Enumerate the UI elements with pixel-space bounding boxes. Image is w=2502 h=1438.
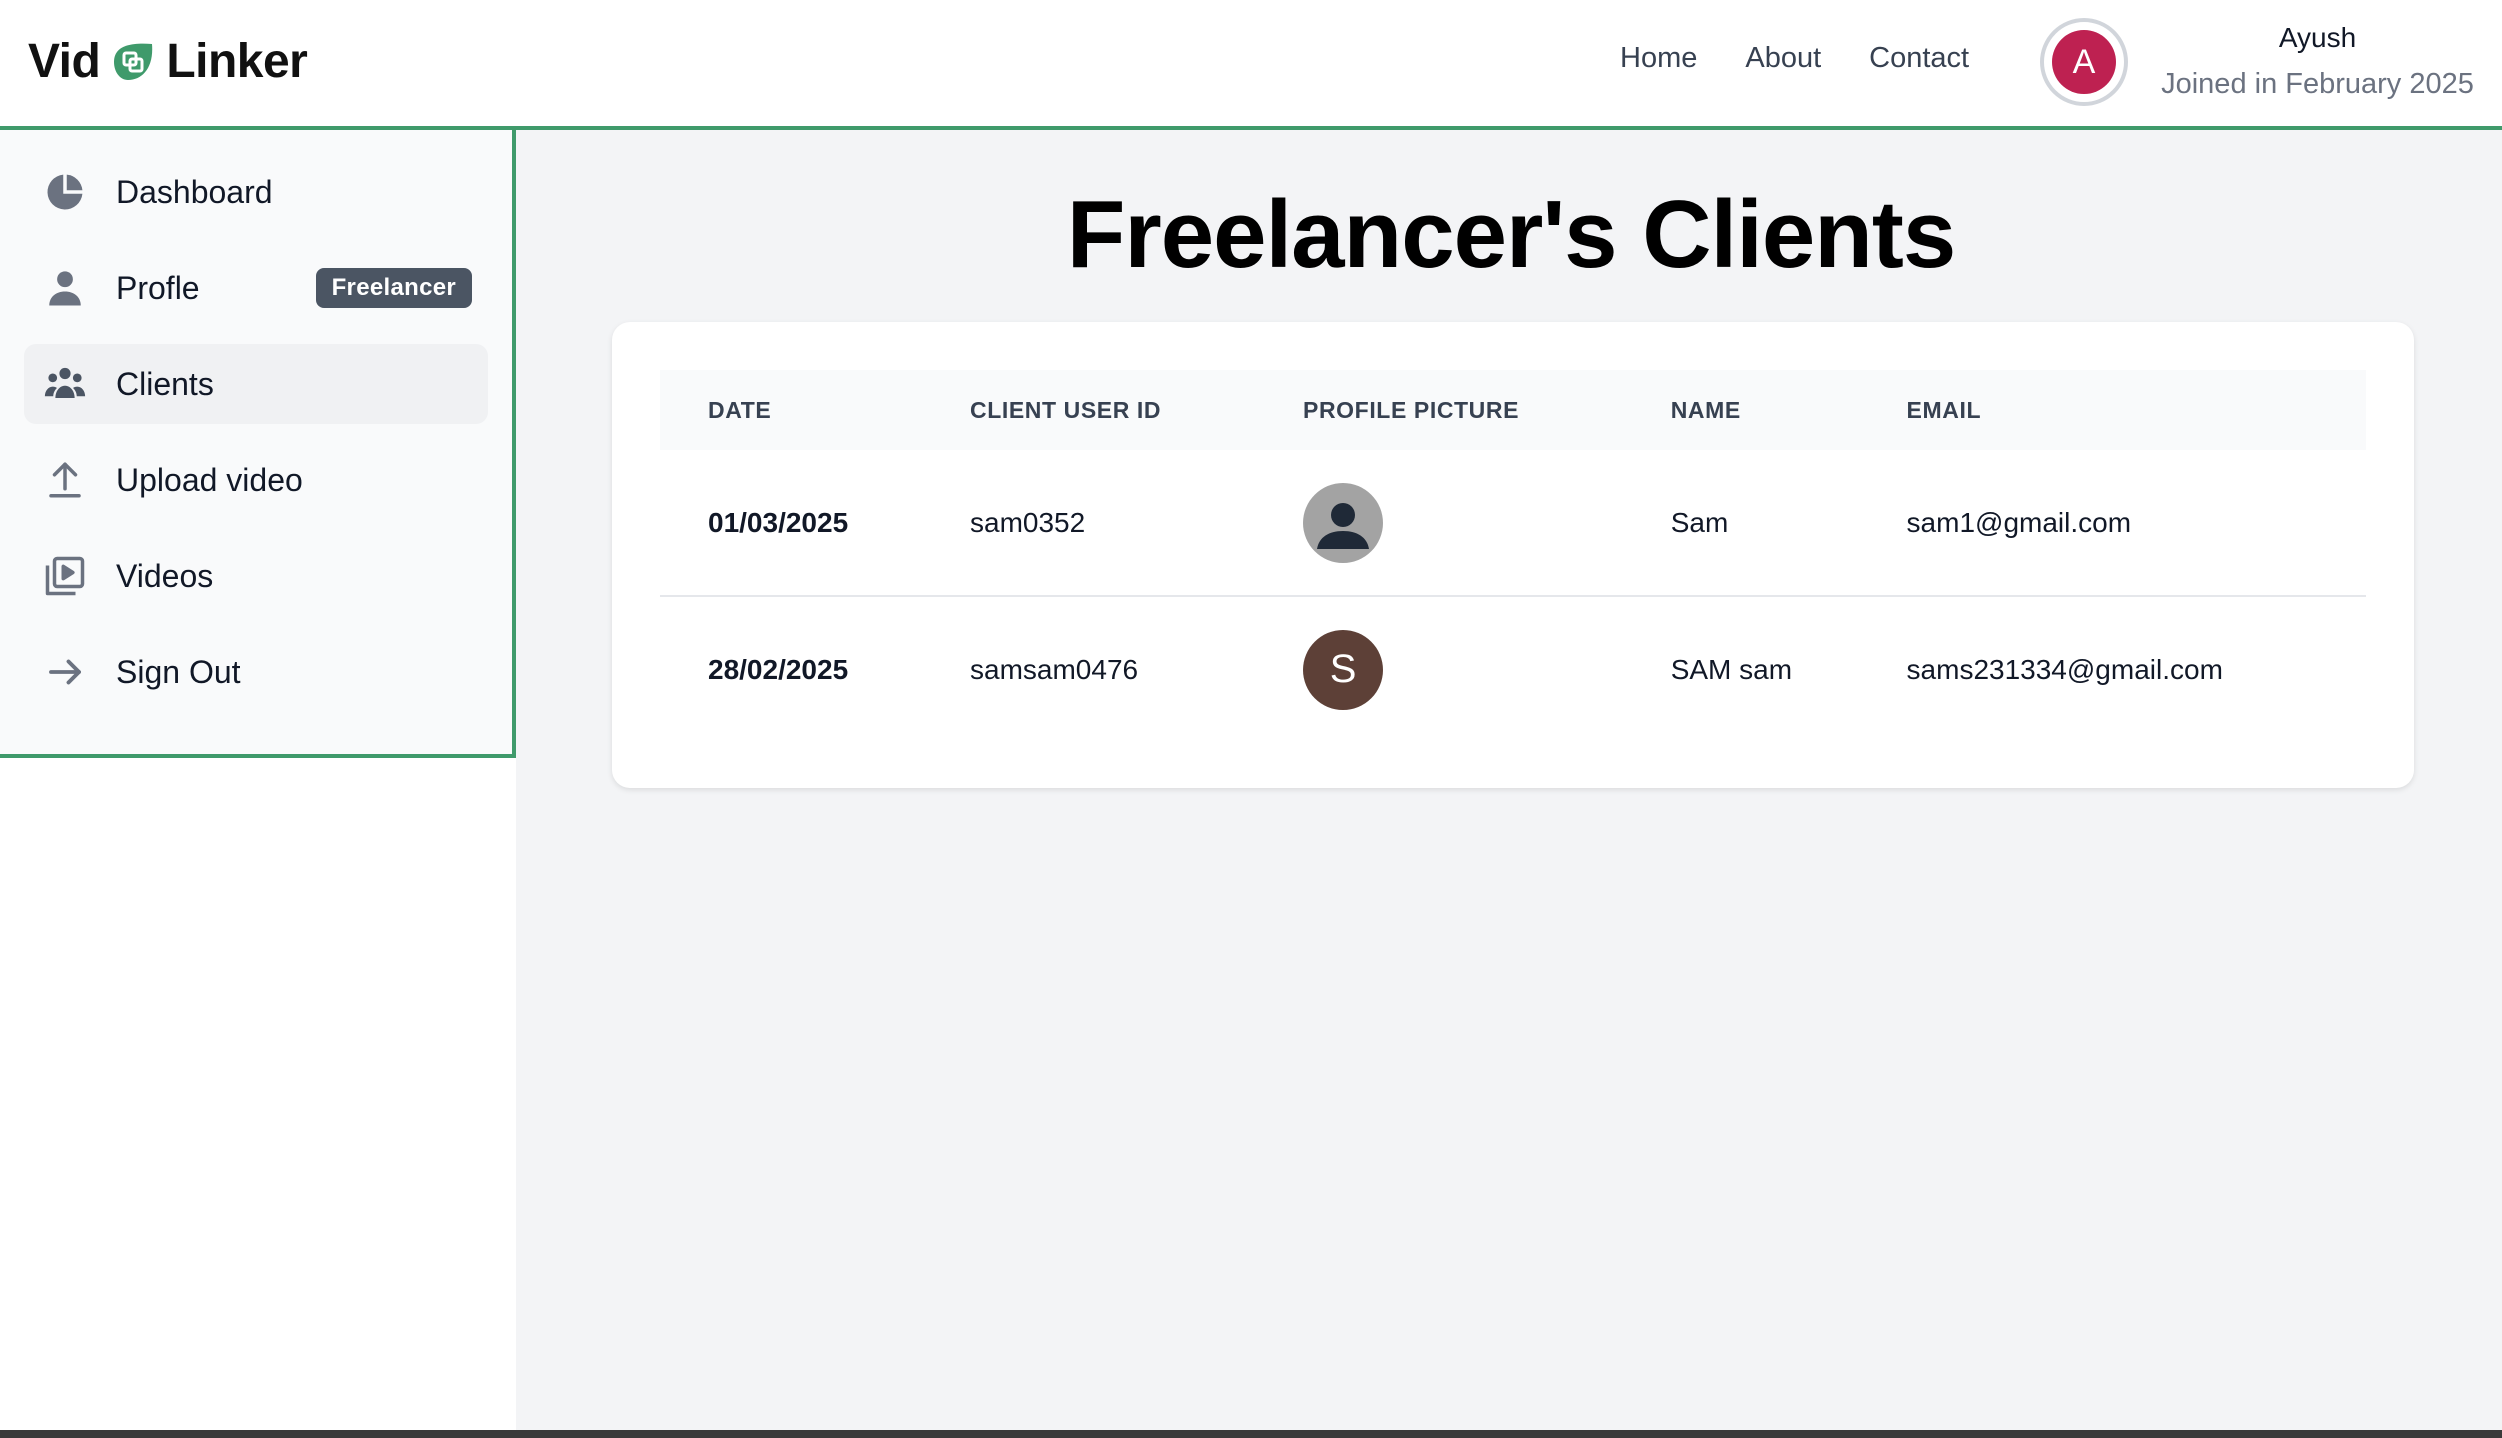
nav-contact-link[interactable]: Contact (1869, 42, 1969, 75)
nav-home-link[interactable]: Home (1620, 42, 1697, 75)
link-leaf-icon (108, 40, 158, 84)
cell-profile-picture: S (1255, 596, 1623, 742)
table-row[interactable]: 01/03/2025 sam0352 Sam sam1@gmail.com (660, 450, 2366, 597)
window-bottom-edge (0, 1430, 2502, 1438)
upload-icon (42, 457, 88, 503)
nav-about-link[interactable]: About (1745, 42, 1821, 75)
cell-name: SAM sam (1670, 653, 1793, 685)
cell-date: 01/03/2025 (660, 450, 922, 597)
table-row[interactable]: 28/02/2025 samsam0476 S SAM sam sams2313… (660, 596, 2366, 742)
pie-chart-icon (42, 169, 88, 215)
column-header-client-user-id: CLIENT USER ID (970, 396, 1162, 423)
users-icon (42, 361, 88, 407)
main-content: Freelancer's Clients DATE CLIENT USER ID… (516, 130, 2502, 1430)
sidebar-item-label: Clients (116, 365, 214, 402)
sidebar-item-profile[interactable]: Profle Freelancer (24, 248, 488, 328)
sidebar-item-label: Profle (116, 269, 200, 306)
sidebar-item-clients[interactable]: Clients (24, 344, 488, 424)
sidebar-item-label: Dashboard (116, 173, 273, 210)
cell-name: Sam (1622, 450, 1859, 597)
brand-text-left: Vid (28, 35, 101, 88)
user-avatar-button[interactable]: A (2040, 18, 2128, 106)
sidebar-item-label: Videos (116, 557, 214, 594)
brand-text-right: Linker (166, 35, 308, 88)
sidebar-item-sign-out[interactable]: Sign Out (24, 632, 488, 712)
main-nav: Home About Contact (1620, 42, 1969, 75)
cell-email: sams231334@gmail.com (1906, 653, 2223, 685)
role-badge: Freelancer (315, 268, 472, 308)
user-avatar: A (2052, 30, 2116, 94)
cell-profile-picture (1255, 450, 1623, 597)
sidebar-item-dashboard[interactable]: Dashboard (24, 152, 488, 232)
cell-client-user-id: samsam0476 (970, 653, 1139, 685)
sidebar: Dashboard Profle Freelancer Clients Uplo… (0, 130, 516, 758)
table-header-row: DATE CLIENT USER ID PROFILE PICTURE NAME… (660, 370, 2366, 450)
arrow-right-icon (42, 649, 88, 695)
top-navbar: Vid Linker Home About Contact A Ayush Jo… (0, 0, 2502, 130)
default-avatar-icon (1303, 482, 1384, 563)
column-header-date: DATE (708, 396, 772, 423)
sidebar-item-label: Sign Out (116, 653, 241, 690)
clients-table: DATE CLIENT USER ID PROFILE PICTURE NAME… (660, 370, 2366, 742)
sidebar-item-upload-video[interactable]: Upload video (24, 440, 488, 520)
sidebar-item-videos[interactable]: Videos (24, 536, 488, 616)
cell-email: sam1@gmail.com (1858, 450, 2366, 597)
user-name: Ayush (2278, 22, 2357, 53)
video-library-icon (42, 553, 88, 599)
clients-table-card: DATE CLIENT USER ID PROFILE PICTURE NAME… (612, 322, 2414, 788)
user-icon (42, 265, 88, 311)
cell-date: 28/02/2025 (708, 653, 849, 685)
column-header-name: NAME (1670, 396, 1741, 423)
brand-logo[interactable]: Vid Linker (28, 34, 308, 89)
cell-client-user-id: sam0352 (922, 450, 1256, 597)
user-joined-date: Joined in February 2025 (2161, 68, 2474, 100)
column-header-profile-picture: PROFILE PICTURE (1303, 396, 1520, 423)
sidebar-item-label: Upload video (116, 461, 303, 498)
letter-avatar: S (1303, 629, 1384, 710)
page-title: Freelancer's Clients (1066, 181, 1957, 288)
column-header-email: EMAIL (1906, 396, 1982, 423)
